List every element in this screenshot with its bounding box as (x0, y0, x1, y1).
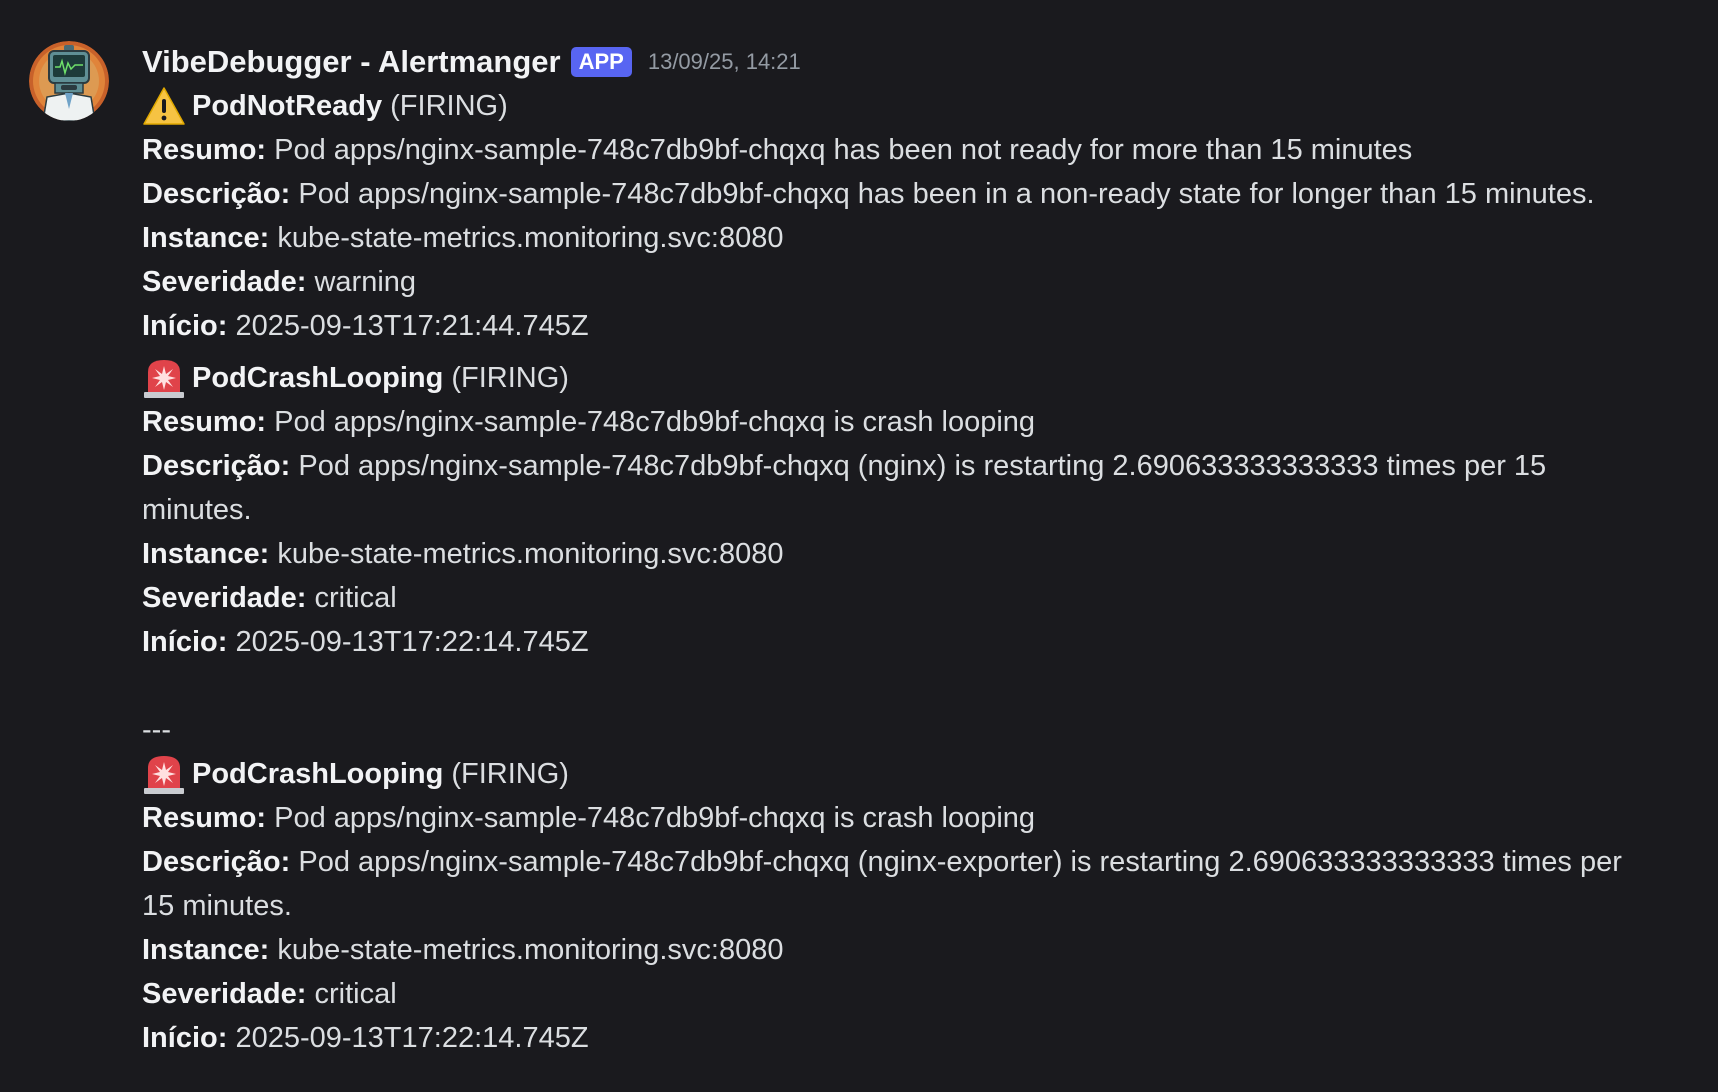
alert-description: Descrição: Pod apps/nginx-sample-748c7db… (142, 444, 1652, 532)
author-name[interactable]: VibeDebugger - Alertmanger (142, 44, 561, 80)
field-label: Descrição: (142, 178, 291, 210)
field-value: 2025-09-13T17:21:44.745Z (235, 310, 589, 342)
separator: --- (142, 714, 171, 746)
field-value: Pod apps/nginx-sample-748c7db9bf-chqxq h… (274, 134, 1413, 166)
field-value: Pod apps/nginx-sample-748c7db9bf-chqxq h… (298, 178, 1595, 210)
rotating-light-icon (144, 360, 184, 398)
message-header: VibeDebugger - Alertmanger APP 13/09/25,… (142, 40, 1678, 84)
field-label: Descrição: (142, 450, 291, 482)
field-value: warning (314, 266, 417, 298)
field-value: Pod apps/nginx-sample-748c7db9bf-chqxq (… (142, 450, 1547, 526)
rotating-light-icon (144, 756, 184, 794)
field-label: Severidade: (142, 978, 307, 1010)
field-label: Início: (142, 1022, 228, 1054)
alert-instance: Instance: kube-state-metrics.monitoring.… (142, 532, 1678, 576)
message-content: PodNotReady (FIRING) Resumo: Pod apps/ng… (142, 84, 1678, 1060)
alert-name: PodNotReady (192, 90, 383, 122)
alert-start: Início: 2025-09-13T17:21:44.745Z (142, 304, 1678, 348)
alert-severity: Severidade: warning (142, 260, 1678, 304)
field-value: Pod apps/nginx-sample-748c7db9bf-chqxq (… (142, 846, 1622, 922)
alert-severity: Severidade: critical (142, 972, 1678, 1016)
alert-start: Início: 2025-09-13T17:22:14.745Z (142, 1016, 1678, 1060)
alert-state: (FIRING) (390, 90, 508, 122)
message-timestamp[interactable]: 13/09/25, 14:21 (648, 49, 801, 75)
alert-title: PodCrashLooping (FIRING) (142, 752, 1678, 796)
alert-description: Descrição: Pod apps/nginx-sample-748c7db… (142, 172, 1678, 216)
alert-instance: Instance: kube-state-metrics.monitoring.… (142, 216, 1678, 260)
alert-description: Descrição: Pod apps/nginx-sample-748c7db… (142, 840, 1652, 928)
alert-title: PodCrashLooping (FIRING) (142, 356, 1678, 400)
field-label: Instance: (142, 934, 270, 966)
alert-name: PodCrashLooping (192, 758, 444, 790)
field-label: Instance: (142, 538, 270, 570)
field-label: Resumo: (142, 406, 267, 438)
field-label: Severidade: (142, 582, 307, 614)
field-value: 2025-09-13T17:22:14.745Z (235, 626, 589, 658)
alert-title: PodNotReady (FIRING) (142, 84, 1678, 128)
chat-message: VibeDebugger - Alertmanger APP 13/09/25,… (0, 0, 1718, 1060)
alert-name: PodCrashLooping (192, 362, 444, 394)
alert-state: (FIRING) (451, 758, 569, 790)
field-label: Severidade: (142, 266, 307, 298)
warning-icon (143, 87, 185, 125)
field-value: kube-state-metrics.monitoring.svc:8080 (277, 934, 784, 966)
field-value: Pod apps/nginx-sample-748c7db9bf-chqxq i… (274, 406, 1036, 438)
field-label: Descrição: (142, 846, 291, 878)
alert-summary: Resumo: Pod apps/nginx-sample-748c7db9bf… (142, 128, 1678, 172)
field-label: Início: (142, 626, 228, 658)
alert-state: (FIRING) (451, 362, 569, 394)
field-value: critical (314, 978, 397, 1010)
alert-instance: Instance: kube-state-metrics.monitoring.… (142, 928, 1678, 972)
field-value: critical (314, 582, 397, 614)
field-value: kube-state-metrics.monitoring.svc:8080 (277, 222, 784, 254)
field-value: Pod apps/nginx-sample-748c7db9bf-chqxq i… (274, 802, 1036, 834)
field-label: Instance: (142, 222, 270, 254)
field-label: Início: (142, 310, 228, 342)
field-value: kube-state-metrics.monitoring.svc:8080 (277, 538, 784, 570)
alert-summary: Resumo: Pod apps/nginx-sample-748c7db9bf… (142, 400, 1678, 444)
alert-severity: Severidade: critical (142, 576, 1678, 620)
alert-start: Início: 2025-09-13T17:22:14.745Z (142, 620, 1678, 664)
robot-avatar-icon[interactable] (29, 41, 109, 121)
alert-summary: Resumo: Pod apps/nginx-sample-748c7db9bf… (142, 796, 1678, 840)
app-badge: APP (570, 47, 632, 77)
field-value: 2025-09-13T17:22:14.745Z (235, 1022, 589, 1054)
field-label: Resumo: (142, 802, 267, 834)
field-label: Resumo: (142, 134, 267, 166)
